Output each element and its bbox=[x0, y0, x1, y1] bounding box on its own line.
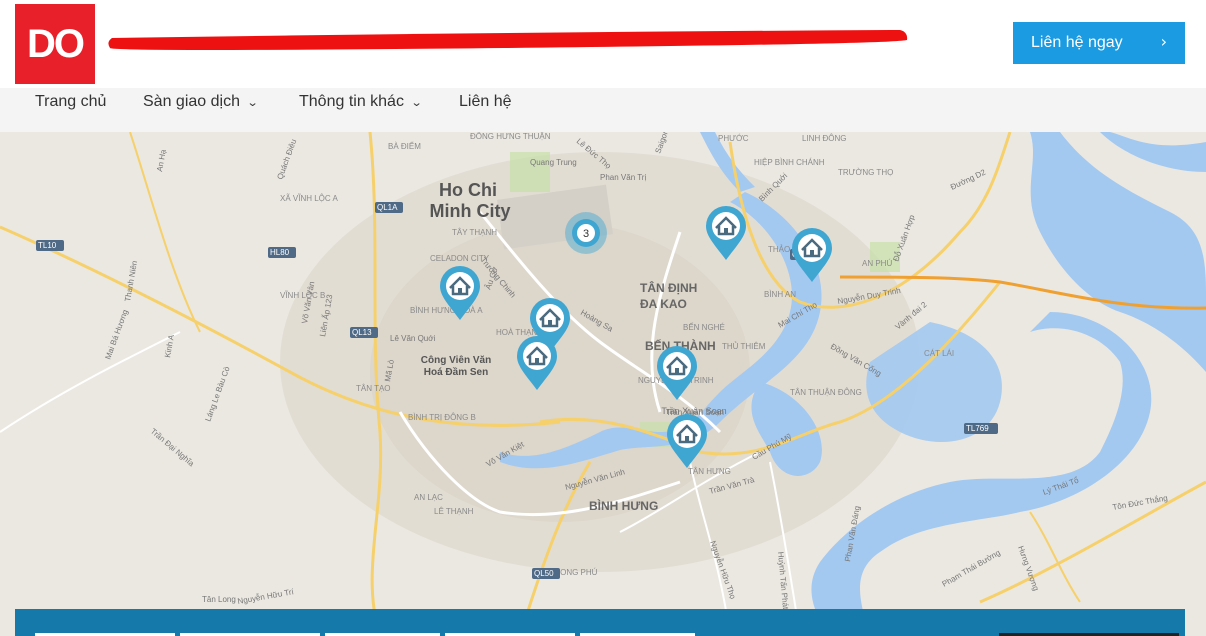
map-label: ĐA KAO bbox=[640, 297, 687, 311]
route-badge: QL1A bbox=[375, 202, 403, 213]
cluster-count: 3 bbox=[583, 228, 589, 240]
svg-text:QL13: QL13 bbox=[352, 328, 372, 337]
map-view[interactable]: Ho Chi Minh City BÀ ĐIỂM ĐÔNG HƯNG THUẬN PHƯ… bbox=[0, 132, 1206, 636]
map-label: BÌNH AN bbox=[764, 290, 796, 299]
route-badge: QL13 bbox=[350, 327, 378, 338]
map-label: TÂN THUẬN ĐÔNG bbox=[790, 388, 862, 397]
map-label: PHƯỚC bbox=[718, 134, 749, 143]
map-label: HIỆP BÌNH CHÁNH bbox=[754, 158, 825, 167]
nav-item-label: Trang chủ bbox=[35, 93, 107, 110]
map-label: BÌNH HƯNG bbox=[589, 498, 658, 513]
map-label: BẾN NGHÉ bbox=[683, 322, 725, 332]
nav-item-label: Thông tin khác bbox=[299, 93, 404, 110]
map-canvas[interactable]: Ho ChiMinh City BÀ ĐIỂM ĐÔNG HƯNG THUẬN PHƯ… bbox=[0, 132, 1206, 636]
map-label: Tân Long bbox=[202, 595, 236, 604]
main-nav: Trang chủ Sàn giao dịch ⌄ Thông tin khác… bbox=[0, 88, 1206, 132]
svg-text:TL769: TL769 bbox=[966, 424, 989, 433]
map-label: Lê Văn Quới bbox=[390, 334, 435, 343]
map-label: LINH ĐÔNG bbox=[802, 134, 846, 143]
map-label: Trần Xuân Soạn bbox=[661, 406, 726, 416]
route-badge: TL10 bbox=[36, 240, 64, 251]
map-label: VĨNH LỘC B bbox=[280, 291, 325, 300]
svg-text:QL50: QL50 bbox=[534, 569, 554, 578]
svg-text:TL10: TL10 bbox=[38, 241, 57, 250]
route-badge: QL50 bbox=[532, 568, 560, 579]
map-label: CÁT LÁI bbox=[924, 349, 954, 358]
map-label: Minh City bbox=[430, 201, 511, 221]
map-label: AN PHÚ bbox=[862, 259, 892, 268]
redacted-title bbox=[108, 30, 908, 50]
site-header: DO Liên hệ ngay › bbox=[0, 0, 1206, 88]
nav-item-other-info[interactable]: Thông tin khác ⌄ bbox=[299, 93, 423, 111]
map-label: LÊ THẠNH bbox=[434, 507, 474, 516]
map-label: ĐÔNG HƯNG THUẬN bbox=[470, 132, 551, 141]
map-label: Hoá Đầm Sen bbox=[424, 366, 488, 378]
nav-item-exchange[interactable]: Sàn giao dịch ⌄ bbox=[143, 93, 259, 111]
map-label: TÂN TẠO bbox=[356, 384, 391, 393]
map-label: THỦ THIÊM bbox=[722, 342, 766, 351]
svg-text:QL1A: QL1A bbox=[377, 203, 398, 212]
map-label: BÌNH TRỊ ĐÔNG B bbox=[408, 413, 476, 422]
map-label: BÌNH HƯNG HOÀ A bbox=[410, 306, 483, 315]
nav-item-contact[interactable]: Liên hệ bbox=[459, 93, 512, 111]
chevron-right-icon: › bbox=[1160, 32, 1167, 51]
map-label: Ho Chi bbox=[439, 180, 497, 200]
map-label: TRƯỜNG THỌ bbox=[838, 168, 893, 177]
nav-item-home[interactable]: Trang chủ bbox=[35, 93, 106, 111]
map-label: XÃ VĨNH LỘC A bbox=[280, 194, 338, 203]
map-label: Công Viên Văn bbox=[421, 355, 491, 366]
route-badge: TL769 bbox=[964, 423, 998, 434]
map-label: TÂN ĐỊNH bbox=[640, 280, 697, 295]
site-logo[interactable]: DO bbox=[15, 4, 95, 84]
chevron-down-icon: ⌄ bbox=[410, 95, 423, 109]
search-filter-bar bbox=[15, 609, 1185, 636]
marker-cluster[interactable]: 3 bbox=[565, 212, 607, 254]
map-label: AN LẠC bbox=[414, 493, 443, 502]
contact-now-label: Liên hệ ngay bbox=[1031, 34, 1123, 51]
map-label: BÀ ĐIỂM bbox=[388, 142, 421, 151]
contact-now-button[interactable]: Liên hệ ngay › bbox=[1013, 22, 1185, 64]
route-badge: HL80 bbox=[268, 247, 296, 258]
map-label: Phan Văn Trị bbox=[600, 173, 646, 182]
map-label: TÂY THẠNH bbox=[452, 228, 497, 237]
nav-item-label: Liên hệ bbox=[459, 93, 512, 110]
nav-item-label: Sàn giao dịch bbox=[143, 93, 240, 110]
map-label: Quang Trung bbox=[530, 158, 577, 167]
map-label: TÂN HƯNG bbox=[688, 467, 731, 476]
logo-text: DO bbox=[27, 21, 85, 66]
chevron-down-icon: ⌄ bbox=[246, 95, 259, 109]
svg-text:HL80: HL80 bbox=[270, 248, 290, 257]
